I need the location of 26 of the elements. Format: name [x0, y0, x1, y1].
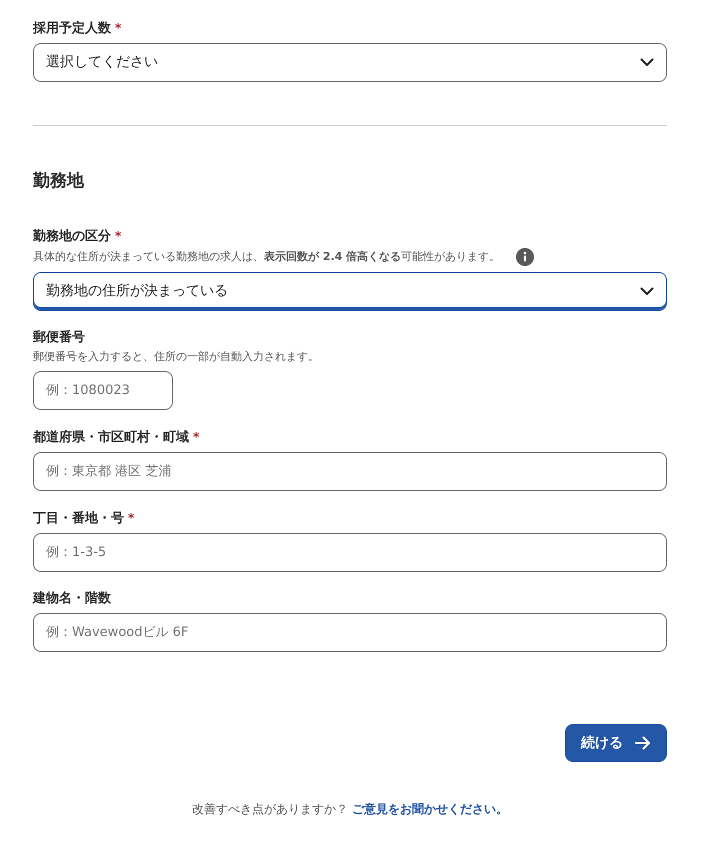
required-mark: * — [193, 429, 200, 446]
continue-button[interactable]: 続ける — [565, 724, 667, 762]
arrow-right-icon — [635, 736, 651, 750]
text-field[interactable]: 例：1080023 — [33, 371, 173, 410]
text-field[interactable]: 例：1-3-5 — [33, 533, 667, 572]
required-mark: * — [115, 20, 122, 37]
field-hint: 郵便番号を入力すると、住所の一部が自動入力されます。 — [33, 349, 319, 365]
required-mark: * — [115, 228, 122, 245]
select-field[interactable]: 勤務地の住所が決まっている — [33, 272, 667, 311]
field-label: 郵便番号 — [33, 329, 85, 347]
field-label: 丁目・番地・号 — [33, 510, 124, 528]
field-label: 都道府県・市区町村・町域 — [33, 429, 189, 447]
select-field[interactable]: 選択してください — [33, 43, 667, 82]
chevron-down-icon — [640, 287, 654, 296]
text-field[interactable]: 例：Wavewoodビル 6F — [33, 613, 667, 652]
field-hint: 具体的な住所が決まっている勤務地の求人は、表示回数が 2.4 倍高くなる可能性があります。 — [33, 249, 500, 265]
chevron-down-icon — [640, 58, 654, 67]
section-heading: 勤務地 — [33, 170, 86, 193]
feedback-link[interactable]: ご意見をお聞かせください。 — [352, 800, 508, 818]
text-field[interactable]: 例：東京都 港区 芝浦 — [33, 452, 667, 491]
field-label: 建物名・階数 — [33, 590, 111, 608]
field-label: 勤務地の区分 — [33, 228, 111, 246]
feedback-question: 改善すべき点がありますか？ — [192, 801, 348, 818]
required-mark: * — [128, 510, 134, 527]
field-label: 採用予定人数 — [33, 20, 111, 38]
info-icon[interactable] — [516, 248, 534, 266]
